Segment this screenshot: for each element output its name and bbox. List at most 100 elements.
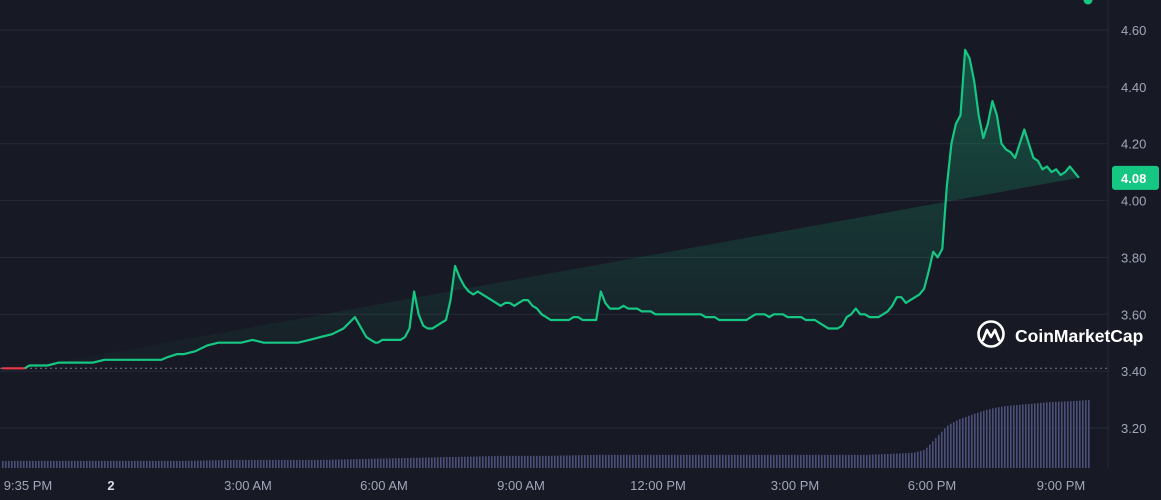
volume-bar [950, 423, 952, 468]
volume-bar [149, 460, 151, 468]
x-tick-label: 9:00 PM [1037, 478, 1085, 493]
volume-bar [1037, 403, 1039, 468]
volume-bar [533, 455, 535, 468]
volume-bar [443, 457, 445, 468]
price-chart[interactable]: 4.60 4.40 4.20 4.00 3.80 3.60 3.40 3.20 9:35 PM… [0, 0, 1161, 500]
volume-bar [788, 454, 790, 468]
volume-bar [1067, 401, 1069, 468]
volume-bar [617, 454, 619, 468]
volume-bar [224, 460, 226, 468]
volume-bar [383, 458, 385, 468]
volume-bar [734, 454, 736, 468]
volume-bar [977, 412, 979, 468]
volume-bar [890, 453, 892, 468]
volume-bar [926, 447, 928, 468]
volume-bar [995, 407, 997, 468]
volume-bar [671, 454, 673, 468]
volume-bar [1031, 403, 1033, 468]
volume-bar [1043, 402, 1045, 468]
volume-bar [269, 459, 271, 468]
volume-bar [479, 456, 481, 468]
volume-bar [527, 455, 529, 468]
volume-bar [254, 459, 256, 468]
y-tick-label: 4.60 [1121, 23, 1146, 38]
volume-bar [386, 458, 388, 468]
volume-bar [452, 456, 454, 468]
volume-bar [665, 454, 667, 468]
volume-bar [476, 456, 478, 468]
x-axis: 9:35 PM 2 3:00 AM 6:00 AM 9:00 AM 12:00 PM 3:0… [4, 478, 1085, 493]
volume-bar [659, 454, 661, 468]
volume-bar [623, 454, 625, 468]
volume-bar [377, 458, 379, 468]
volume-bar [785, 454, 787, 468]
volume-bar [716, 454, 718, 468]
volume-bar [311, 459, 313, 468]
volume-bar [230, 459, 232, 468]
volume-bar [164, 460, 166, 468]
volume-bar [314, 459, 316, 468]
volume-bar [722, 454, 724, 468]
volume-bar [827, 454, 829, 468]
volume-bar [602, 454, 604, 468]
x-tick-label: 2 [107, 478, 114, 493]
volume-bar [866, 454, 868, 468]
volume-bar [962, 417, 964, 468]
volume-bar [500, 455, 502, 468]
volume-bar [821, 454, 823, 468]
volume-bar [491, 456, 493, 468]
y-tick-label: 4.40 [1121, 80, 1146, 95]
volume-bar [599, 454, 601, 468]
volume-bar [236, 459, 238, 468]
volume-bar [329, 459, 331, 468]
volume-bar [578, 455, 580, 468]
volume-bar [134, 460, 136, 468]
volume-bar [320, 459, 322, 468]
volume-bar [152, 460, 154, 468]
volume-bar [428, 457, 430, 468]
x-tick-label: 6:00 PM [908, 478, 956, 493]
volume-bar [374, 458, 376, 468]
volume-bar [941, 431, 943, 468]
volume-bar [401, 458, 403, 468]
volume-bar [806, 454, 808, 468]
volume-bar [62, 460, 64, 468]
x-tick-label: 3:00 AM [224, 478, 272, 493]
volume-bar [674, 454, 676, 468]
volume-bar [1052, 401, 1054, 468]
volume-bar [275, 459, 277, 468]
volume-bar [590, 454, 592, 468]
volume-bar [770, 454, 772, 468]
volume-bar [875, 454, 877, 468]
volume-bar [731, 454, 733, 468]
volume-bar [986, 409, 988, 468]
volume-bar [188, 460, 190, 468]
volume-bar [686, 454, 688, 468]
y-axis: 4.60 4.40 4.20 4.00 3.80 3.60 3.40 3.20 [1121, 23, 1146, 436]
volume-bar [932, 441, 934, 468]
volume-bar [830, 454, 832, 468]
volume-bar [815, 454, 817, 468]
volume-bar [257, 459, 259, 468]
volume-bar [389, 458, 391, 468]
volume-bar [281, 459, 283, 468]
volume-bar [869, 454, 871, 468]
volume-bar [248, 459, 250, 468]
y-tick-label: 3.80 [1121, 250, 1146, 265]
chart-canvas[interactable]: 4.60 4.40 4.20 4.00 3.80 3.60 3.40 3.20 9:35 PM… [0, 0, 1161, 500]
volume-bar [845, 454, 847, 468]
volume-bar [416, 457, 418, 468]
volume-bar [563, 455, 565, 468]
volume-bar [506, 455, 508, 468]
volume-bar [980, 411, 982, 468]
volume-bar [26, 460, 28, 468]
volume-bar [758, 454, 760, 468]
volume-bar [176, 460, 178, 468]
volume-bar [86, 460, 88, 468]
volume-bar [11, 460, 13, 468]
volume-bar [968, 415, 970, 468]
volume-bar [767, 454, 769, 468]
volume-bar [293, 459, 295, 468]
volume-bar [971, 414, 973, 468]
volume-bar [647, 454, 649, 468]
